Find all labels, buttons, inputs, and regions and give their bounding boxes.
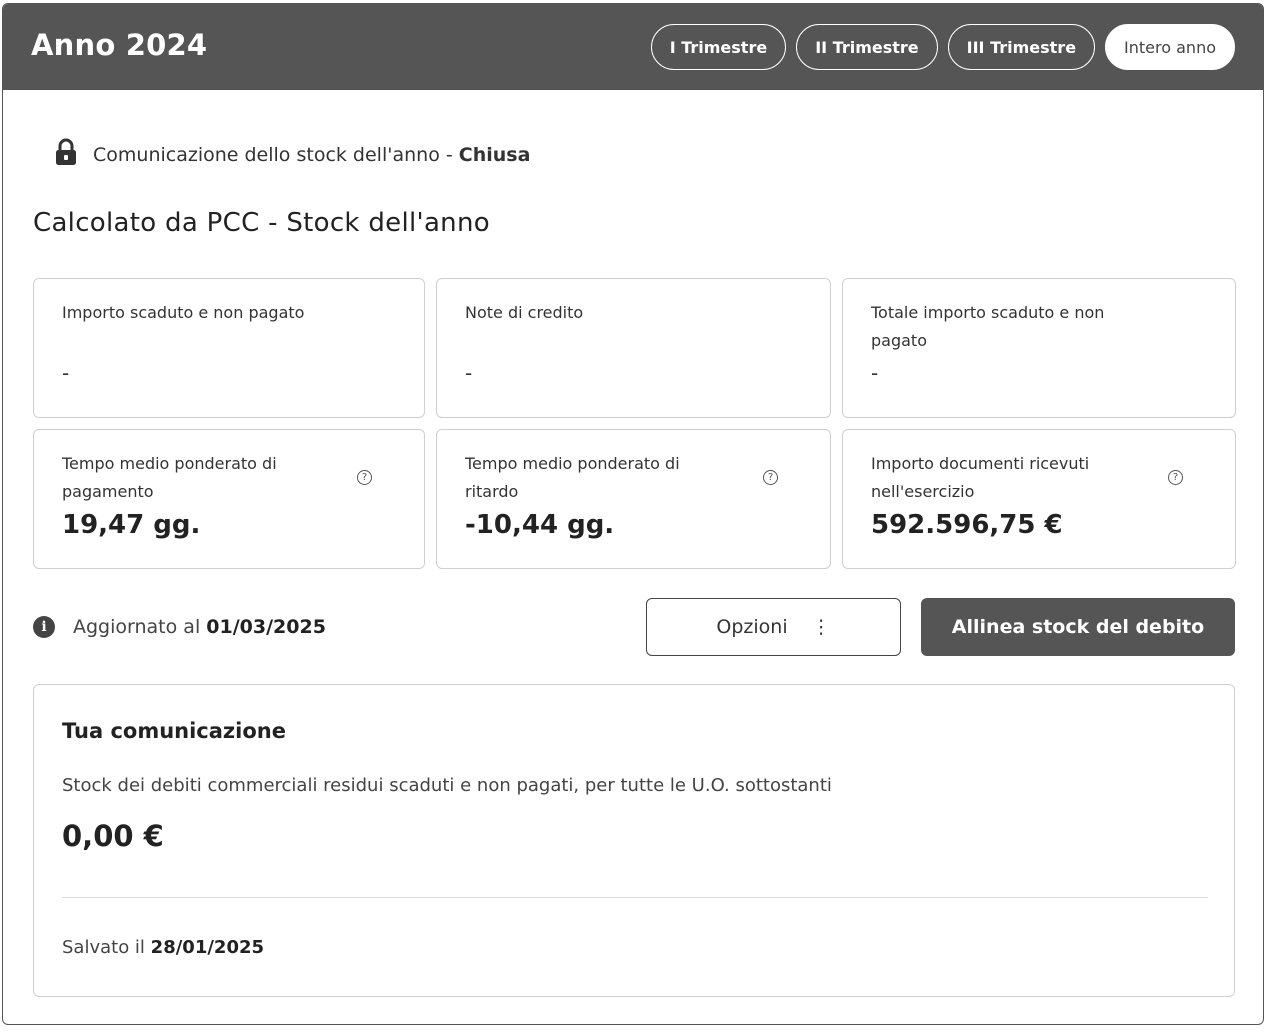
last-update: i Aggiornato al 01/03/2025 (33, 616, 326, 638)
divider (62, 897, 1208, 898)
card-label: Importo scaduto e non pagato (62, 303, 305, 322)
page-title: Anno 2024 (31, 28, 208, 62)
communication-value: 0,00 € (62, 819, 164, 853)
lock-icon (55, 138, 77, 171)
stock-cards: Importo scaduto e non pagato - Note di c… (33, 278, 1236, 569)
communication-status: Comunicazione dello stock dell'anno - Ch… (55, 138, 530, 171)
status-text: Comunicazione dello stock dell'anno - Ch… (93, 143, 531, 166)
tab-first-quarter[interactable]: I Trimestre (650, 24, 787, 70)
status-state: Chiusa (458, 143, 531, 166)
card-label: Tempo medio ponderato di pagamento (62, 454, 277, 501)
saved-info: Salvato il 28/01/2025 (62, 937, 265, 958)
card-delay-time: Tempo medio ponderato di ritardo ? -10,4… (436, 429, 831, 569)
help-icon[interactable]: ? (357, 470, 372, 485)
card-received-documents: Importo documenti ricevuti nell'esercizi… (842, 429, 1236, 569)
card-overdue-amount: Importo scaduto e non pagato - (33, 278, 425, 418)
card-value: - (465, 361, 473, 385)
card-label: Tempo medio ponderato di ritardo (465, 454, 680, 501)
period-tabs: I Trimestre II Trimestre III Trimestre I… (650, 24, 1235, 70)
options-button[interactable]: Opzioni ⋮ (646, 598, 901, 656)
card-value: 592.596,75 € (871, 510, 1063, 540)
app-frame: Anno 2024 I Trimestre II Trimestre III T… (2, 3, 1264, 1025)
tab-second-quarter[interactable]: II Trimestre (796, 24, 938, 70)
card-credit-notes: Note di credito - (436, 278, 831, 418)
help-icon[interactable]: ? (763, 470, 778, 485)
communication-description: Stock dei debiti commerciali residui sca… (62, 775, 832, 796)
saved-date: 28/01/2025 (150, 937, 265, 958)
page-header: Anno 2024 I Trimestre II Trimestre III T… (3, 4, 1263, 90)
card-label: Importo documenti ricevuti nell'esercizi… (871, 454, 1090, 501)
card-value: - (62, 361, 70, 385)
options-label: Opzioni (716, 616, 788, 638)
info-icon: i (33, 616, 55, 638)
your-communication-panel: Tua comunicazione Stock dei debiti comme… (33, 684, 1235, 997)
update-date: 01/03/2025 (206, 616, 326, 638)
tab-third-quarter[interactable]: III Trimestre (947, 24, 1096, 70)
tab-full-year[interactable]: Intero anno (1105, 24, 1235, 70)
card-total-overdue: Totale importo scaduto e non pagato - (842, 278, 1236, 418)
card-value: 19,47 gg. (62, 510, 201, 540)
communication-title: Tua comunicazione (62, 719, 286, 743)
card-label: Totale importo scaduto e non pagato (871, 303, 1105, 350)
help-icon[interactable]: ? (1168, 470, 1183, 485)
card-payment-time: Tempo medio ponderato di pagamento ? 19,… (33, 429, 425, 569)
card-value: - (871, 361, 879, 385)
align-debt-stock-button[interactable]: Allinea stock del debito (921, 598, 1235, 656)
more-vertical-icon: ⋮ (811, 616, 831, 638)
section-title: Calcolato da PCC - Stock dell'anno (33, 208, 490, 238)
update-text: Aggiornato al 01/03/2025 (73, 616, 326, 638)
card-label: Note di credito (465, 303, 584, 322)
card-value: -10,44 gg. (465, 510, 615, 540)
